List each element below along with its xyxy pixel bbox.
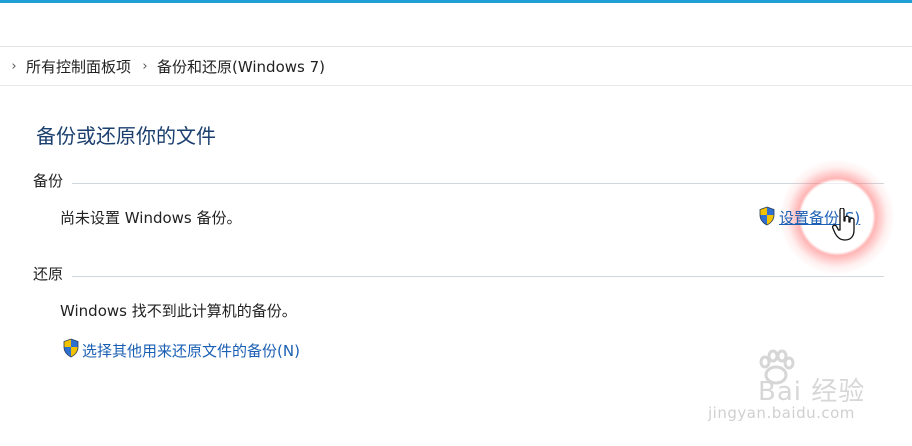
- restore-status-text: Windows 找不到此计算机的备份。: [60, 302, 297, 320]
- section-divider-backup: [72, 183, 884, 184]
- uac-shield-icon: [759, 206, 775, 226]
- section-label-restore: 还原: [33, 265, 64, 283]
- breadcrumb-divider: [0, 85, 912, 86]
- watermark-text: Bai 经验: [758, 377, 866, 407]
- page-title: 备份或还原你的文件: [36, 124, 216, 148]
- watermark-url: jingyan.baidu.com: [708, 404, 855, 422]
- select-other-backup-link[interactable]: 选择其他用来还原文件的备份(N): [82, 340, 300, 361]
- chevron-right-icon: ›: [11, 58, 17, 74]
- breadcrumb-item-control-panel-all[interactable]: 所有控制面板项: [26, 56, 131, 77]
- hand-cursor-icon: [832, 208, 855, 241]
- section-label-backup: 备份: [33, 172, 64, 190]
- breadcrumb: › 所有控制面板项 › 备份和还原(Windows 7): [0, 47, 912, 85]
- chevron-right-icon: ›: [142, 58, 148, 74]
- breadcrumb-item-backup-restore[interactable]: 备份和还原(Windows 7): [157, 56, 325, 77]
- uac-shield-icon: [63, 338, 79, 358]
- backup-status-text: 尚未设置 Windows 备份。: [60, 209, 242, 227]
- window-accent-bar: [0, 0, 912, 3]
- section-divider-restore: [72, 276, 884, 277]
